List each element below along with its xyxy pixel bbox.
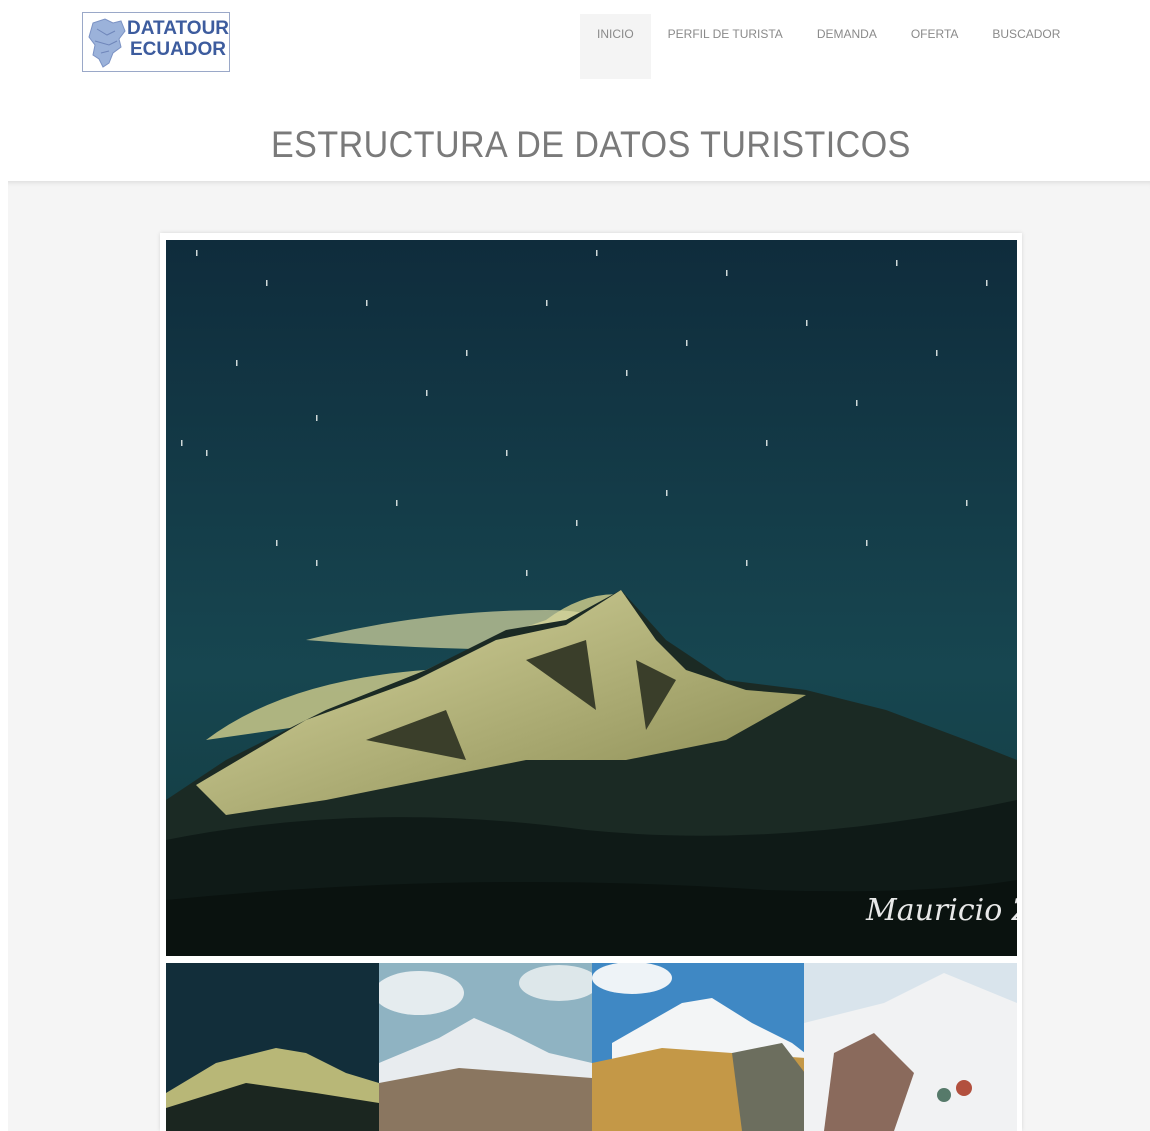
nav-item-demanda[interactable]: DEMANDA (800, 14, 894, 79)
brand-name: DATATOUR ECUADOR (127, 18, 229, 60)
thumbnail-hikers-snow-slope[interactable] (804, 963, 1017, 1131)
page-title: ESTRUCTURA DE DATOS TURISTICOS (270, 124, 911, 165)
nav-item-perfil-de-turista[interactable]: PERFIL DE TURISTA (651, 14, 800, 79)
nav-item-buscador[interactable]: BUSCADOR (975, 14, 1077, 79)
photo-gallery: Mauricio Z (160, 233, 1022, 1131)
main-nav: INICIO PERFIL DE TURISTA DEMANDA OFERTA … (580, 14, 1077, 79)
brand-line-1: DATATOUR (127, 18, 230, 39)
brand-line-2: ECUADOR (129, 39, 227, 60)
nav-item-inicio[interactable]: INICIO (580, 14, 651, 79)
thumbnail-snow-peak-golden-hills[interactable] (591, 963, 805, 1131)
ecuador-map-icon (88, 18, 126, 68)
main-photo: Mauricio Z (166, 240, 1017, 956)
photographer-signature: Mauricio Z (865, 893, 1017, 928)
night-mountain-photo: Mauricio Z (166, 240, 1017, 956)
thumbnail-strip (166, 963, 1017, 1131)
thumbnail-snow-peak-blue-sky[interactable] (378, 963, 592, 1131)
brand-logo[interactable]: DATATOUR ECUADOR (82, 12, 230, 72)
thumbnail-night-mountain[interactable] (166, 963, 379, 1131)
nav-item-oferta[interactable]: OFERTA (894, 14, 976, 79)
